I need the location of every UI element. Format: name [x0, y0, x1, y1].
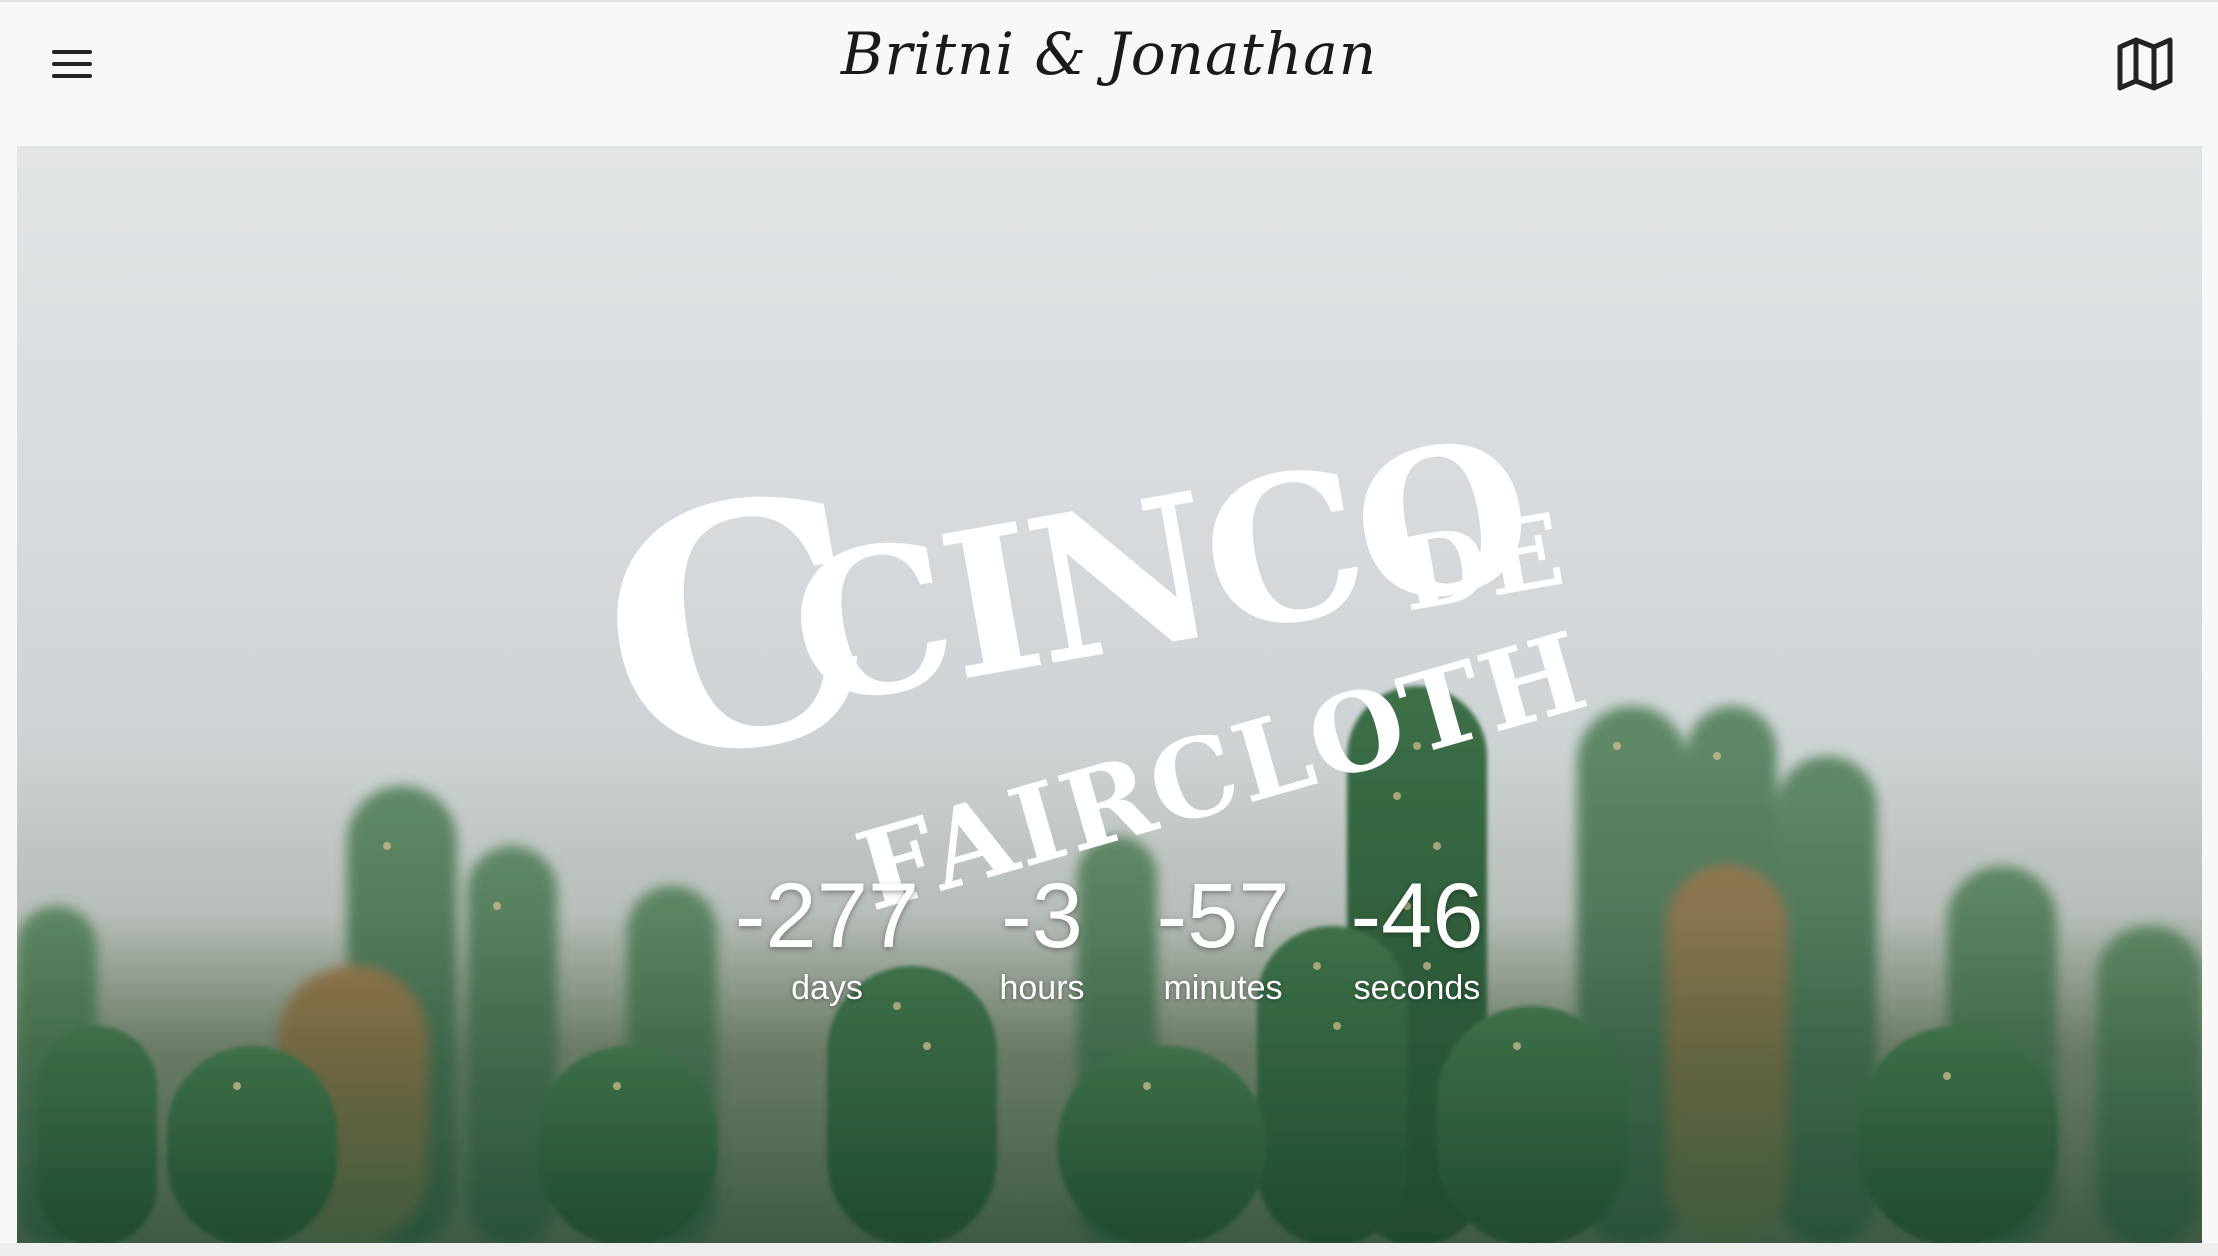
- hero-banner: C CINCO DE FAIRCLOTH -277 days -3 hours …: [17, 146, 2202, 1243]
- site-header: Britni & Jonathan: [0, 2, 2218, 147]
- countdown-hours-value: -3: [1001, 865, 1083, 967]
- countdown-days: -277 days: [717, 866, 937, 1008]
- countdown-minutes-value: -57: [1156, 865, 1290, 967]
- countdown-seconds: -46 seconds: [1327, 866, 1507, 1008]
- countdown-hours: -3 hours: [967, 866, 1117, 1008]
- page: Britni & Jonathan C CINCO DE FAIRCLOTH -…: [0, 0, 2218, 1256]
- countdown-days-label: days: [791, 969, 863, 1007]
- countdown-hours-label: hours: [999, 969, 1085, 1007]
- page-bottom-strip: [0, 1243, 2218, 1256]
- countdown-days-value: -277: [734, 865, 920, 967]
- countdown-timer: -277 days -3 hours -57 minutes -46 secon…: [17, 146, 2202, 1243]
- countdown-minutes: -57 minutes: [1133, 866, 1313, 1008]
- countdown-minutes-label: minutes: [1163, 969, 1283, 1007]
- countdown-seconds-value: -46: [1350, 865, 1484, 967]
- countdown-seconds-label: seconds: [1353, 969, 1481, 1007]
- site-title[interactable]: Britni & Jonathan: [0, 20, 2218, 88]
- map-icon[interactable]: [2114, 35, 2176, 93]
